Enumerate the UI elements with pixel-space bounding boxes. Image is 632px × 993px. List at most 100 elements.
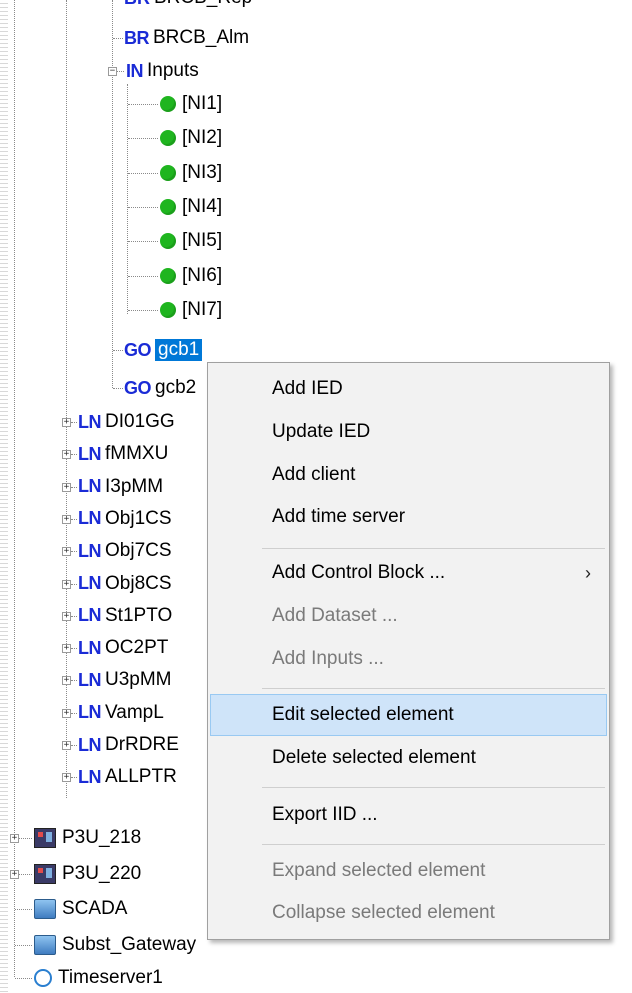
tree-row-device[interactable]: SCADA: [34, 894, 127, 924]
tree-branch-line: [128, 309, 158, 311]
tree-node-label: ALLPTR: [105, 766, 177, 788]
tree-row-logical-node[interactable]: LN I3pMM: [78, 472, 163, 502]
tree-row-input-item[interactable]: [NI4]: [160, 192, 222, 222]
tree-branch-line: [71, 777, 77, 779]
menu-item-expand-selected[interactable]: Expand selected element: [210, 850, 607, 892]
tree-branch-line: [71, 648, 77, 650]
tree-left-edge: [0, 0, 8, 992]
tree-row-inputs[interactable]: IN Inputs: [126, 56, 199, 86]
tree-branch-line: [117, 71, 124, 72]
tree-row-logical-node[interactable]: LN DI01GG: [78, 407, 175, 437]
tree-node-label: Obj8CS: [105, 572, 172, 594]
tree-node-label: [NI5]: [182, 230, 223, 252]
expand-toggle[interactable]: +: [62, 611, 71, 621]
menu-item-collapse-selected[interactable]: Collapse selected element: [210, 892, 607, 934]
node-type-tag: LN: [78, 508, 102, 529]
tree-row-input-item[interactable]: [NI7]: [160, 295, 222, 325]
menu-item-add-ied[interactable]: Add IED: [210, 368, 607, 410]
status-green-dot-icon: [160, 96, 176, 112]
tree-row-gcb1[interactable]: GO gcb1: [124, 335, 203, 365]
menu-item-add-control-block[interactable]: Add Control Block ... ›: [210, 552, 607, 594]
tree-branch-line: [71, 615, 77, 617]
tree-row-input-item[interactable]: [NI3]: [160, 158, 222, 188]
tree-branch-line: [71, 486, 77, 488]
menu-item-label: Delete selected element: [272, 747, 476, 768]
tree-row-logical-node[interactable]: LN U3pMM: [78, 665, 172, 695]
menu-item-label: Add time server: [272, 506, 406, 527]
tree-row-input-item[interactable]: [NI6]: [160, 261, 222, 291]
expand-toggle[interactable]: +: [62, 676, 71, 686]
expand-toggle[interactable]: +: [62, 547, 71, 557]
tree-node-label: DrRDRE: [105, 734, 179, 755]
menu-item-label: Add Dataset ...: [272, 605, 398, 626]
menu-item-add-inputs[interactable]: Add Inputs ...: [210, 638, 607, 680]
tree-row-partial[interactable]: BR BRCB_Rep: [124, 0, 252, 13]
menu-item-edit-selected[interactable]: Edit selected element: [210, 694, 607, 736]
tree-row-logical-node[interactable]: LN DrRDRE: [78, 730, 179, 760]
expand-toggle[interactable]: +: [62, 482, 71, 492]
status-green-dot-icon: [160, 301, 176, 318]
expand-toggle[interactable]: +: [62, 579, 71, 589]
expand-toggle[interactable]: +: [10, 870, 19, 879]
expand-toggle[interactable]: +: [62, 741, 71, 750]
status-green-dot-icon: [160, 164, 176, 181]
tree-node-label: St1PTO: [105, 604, 173, 626]
tree-node-label: BRCB_Alm: [153, 27, 250, 48]
tree-branch-line: [71, 712, 77, 714]
menu-separator: [262, 787, 605, 788]
tree-branch-line: [71, 422, 77, 423]
tree-row-logical-node[interactable]: LN OC2PT: [78, 633, 168, 663]
menu-item-export-iid[interactable]: Export IID ...: [210, 794, 607, 836]
tree-node-label: P3U_220: [62, 863, 142, 884]
tree-row-device[interactable]: Subst_Gateway: [34, 930, 196, 960]
tree-row-device[interactable]: P3U_218: [34, 823, 141, 853]
selected-node-label: gcb1: [155, 339, 203, 361]
menu-item-add-time-server[interactable]: Add time server: [210, 496, 607, 538]
ied-icon: [34, 828, 56, 848]
menu-item-label: Add client: [272, 464, 356, 485]
tree-row-input-item[interactable]: [NI5]: [160, 226, 222, 256]
tree-branch-line: [71, 745, 77, 746]
tree-row-logical-node[interactable]: LN Obj1CS: [78, 504, 172, 534]
tree-row-input-item[interactable]: [NI1]: [160, 89, 222, 119]
tree-row-logical-node[interactable]: LN VampL: [78, 698, 164, 728]
tree-row-logical-node[interactable]: LN Obj8CS: [78, 569, 172, 599]
node-type-tag: LN: [78, 605, 102, 626]
status-green-dot-icon: [160, 130, 176, 147]
tree-row-logical-node[interactable]: LN St1PTO: [78, 601, 172, 631]
menu-separator: [262, 548, 605, 549]
expand-toggle[interactable]: +: [10, 834, 19, 843]
menu-item-add-client[interactable]: Add client: [210, 454, 607, 496]
expand-toggle[interactable]: +: [62, 450, 71, 460]
tree-branch-line: [15, 945, 32, 946]
collapse-toggle[interactable]: −: [108, 67, 117, 76]
tree-branch-line: [71, 583, 77, 585]
menu-item-update-ied[interactable]: Update IED: [210, 411, 607, 453]
tree-node-label: [NI4]: [182, 195, 223, 217]
node-type-tag: LN: [78, 766, 102, 787]
menu-separator: [262, 688, 605, 689]
tree-row-logical-node[interactable]: LN ALLPTR: [78, 762, 177, 792]
tree-row-logical-node[interactable]: LN fMMXU: [78, 439, 168, 469]
expand-toggle[interactable]: +: [62, 644, 71, 654]
tree-row-gcb2[interactable]: GO gcb2: [124, 373, 196, 403]
node-type-tag: GO: [124, 339, 152, 360]
tree-node-label: fMMXU: [105, 443, 169, 465]
status-green-dot-icon: [160, 267, 176, 284]
tree-branch-line: [113, 388, 123, 389]
menu-item-add-dataset[interactable]: Add Dataset ...: [210, 595, 607, 637]
tree-row-input-item[interactable]: [NI2]: [160, 123, 222, 153]
expand-toggle[interactable]: +: [62, 708, 71, 718]
menu-item-label: Update IED: [272, 421, 371, 442]
expand-toggle[interactable]: +: [62, 418, 71, 427]
expand-toggle[interactable]: +: [62, 514, 71, 524]
tree-row-brcb[interactable]: BR BRCB_Alm: [124, 23, 249, 53]
menu-item-delete-selected[interactable]: Delete selected element: [210, 737, 607, 779]
tree-branch-line: [128, 241, 158, 243]
tree-branch-line: [15, 978, 32, 979]
expand-toggle[interactable]: +: [62, 773, 71, 783]
tree-row-device[interactable]: Timeserver1: [34, 963, 163, 993]
tree-row-device[interactable]: P3U_220: [34, 859, 141, 889]
tree-row-logical-node[interactable]: LN Obj7CS: [78, 536, 172, 566]
tree-branch-line: [128, 104, 158, 105]
